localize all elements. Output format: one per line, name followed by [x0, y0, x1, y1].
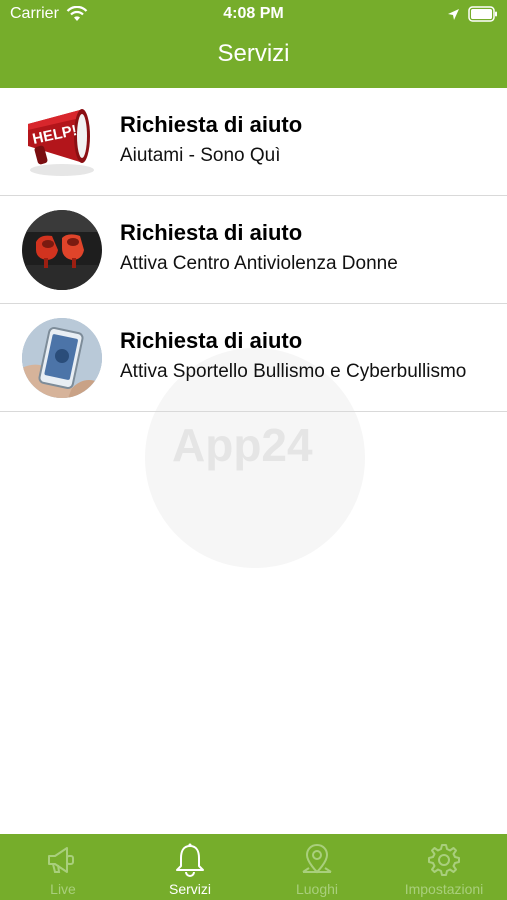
service-subtitle: Aiutami - Sono Quì [120, 145, 281, 166]
tab-label: Live [50, 881, 76, 897]
services-list: HELP! Richiesta di aiuto Aiutami - Sono … [0, 88, 507, 412]
gear-icon [428, 844, 460, 876]
list-item[interactable]: Richiesta di aiuto Attiva Centro Antivio… [0, 196, 507, 304]
megaphone-icon [48, 847, 74, 873]
service-subtitle: Attiva Sportello Bullismo e Cyberbullism… [120, 361, 467, 382]
tab-label: Luoghi [295, 881, 339, 897]
tab-bar: Live Servizi Luoghi Impostazioni [0, 834, 507, 900]
help-megaphone-icon: HELP! [22, 102, 102, 182]
tab-label: Servizi [168, 881, 211, 897]
watermark-text: App24 [172, 419, 313, 471]
tab-luoghi[interactable]: Luoghi [254, 834, 380, 900]
service-subtitle: Attiva Centro Antiviolenza Donne [120, 253, 398, 274]
tab-live[interactable]: Live [0, 834, 126, 900]
red-shoes-photo [22, 210, 102, 290]
service-title: Richiesta di aiuto [120, 220, 303, 245]
app-header: Carrier 4:08 PM Servizi [0, 0, 507, 88]
status-bar: Carrier 4:08 PM [0, 0, 507, 32]
battery-icon [468, 6, 497, 22]
service-title: Richiesta di aiuto [120, 112, 303, 137]
list-item[interactable]: HELP! Richiesta di aiuto Aiutami - Sono … [0, 88, 507, 196]
page-title: Servizi [217, 40, 290, 67]
map-pin-icon [302, 843, 332, 874]
clock: 4:08 PM [223, 5, 284, 22]
list-item[interactable]: Richiesta di aiuto Attiva Sportello Bull… [0, 304, 507, 412]
location-arrow-icon [448, 9, 459, 20]
bell-icon [176, 843, 204, 877]
service-title: Richiesta di aiuto [120, 328, 303, 353]
phone-hand-photo [22, 318, 102, 398]
tab-servizi[interactable]: Servizi [127, 834, 253, 900]
tab-label: Impostazioni [404, 881, 484, 897]
tab-impostazioni[interactable]: Impostazioni [381, 834, 507, 900]
